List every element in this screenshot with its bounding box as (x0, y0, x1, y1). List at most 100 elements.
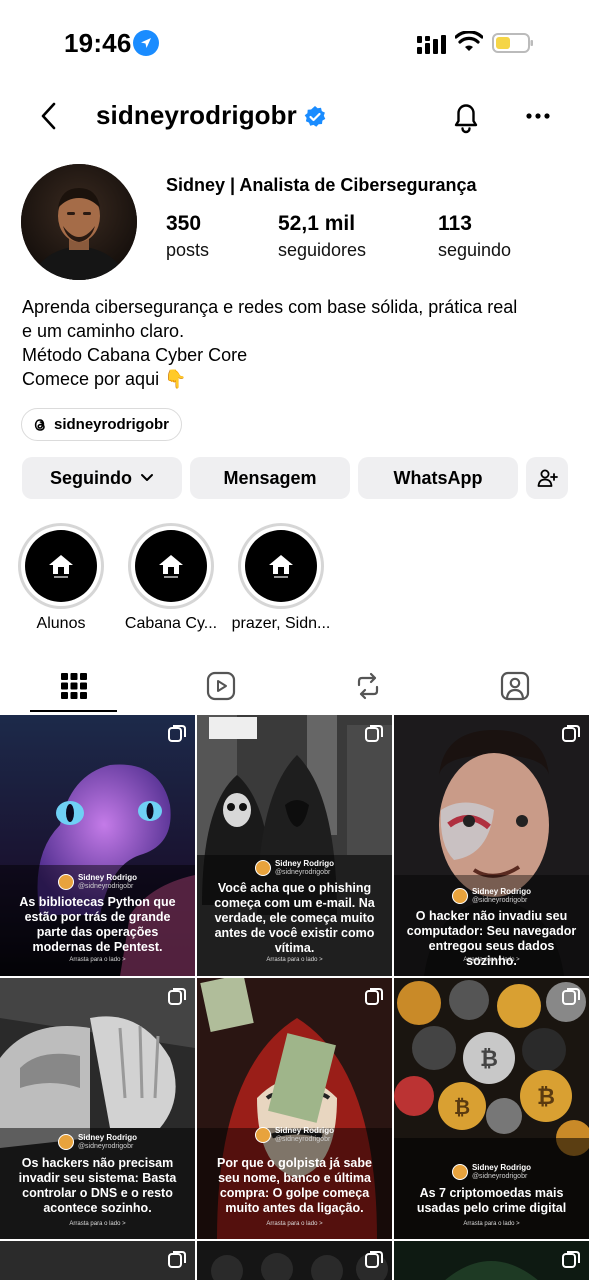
post-tile[interactable]: Sidney Rodrigo @sidneyrodrigobr As biblio… (0, 715, 195, 976)
carousel-icon (365, 1251, 383, 1268)
following-count[interactable]: 113 seguindo (438, 212, 511, 261)
post-swipe-hint: Arrasta para o lado > (69, 1221, 126, 1227)
profile-bio: Aprenda cibersegurança e redes com base … (22, 295, 567, 391)
post-swipe-hint: Arrasta para o lado > (266, 1221, 323, 1227)
post-author: Sidney Rodrigo @sidneyrodrigobr (197, 859, 392, 877)
highlight-cover (135, 530, 207, 602)
post-author-handle: @sidneyrodrigobr (274, 869, 331, 876)
post-author-handle: @sidneyrodrigobr (77, 883, 134, 890)
tab-reposts[interactable] (294, 660, 441, 712)
highlight-cover (25, 530, 97, 602)
tab-reels[interactable] (147, 660, 294, 712)
stat-label: posts (166, 240, 210, 260)
post-swipe-hint: Arrasta para o lado > (463, 957, 520, 963)
post-tile[interactable] (394, 1241, 589, 1280)
bio-line: Comece por aqui 👇 (22, 369, 187, 389)
followers-count[interactable]: 52,1 mil seguidores (278, 212, 366, 261)
active-tab-indicator (30, 710, 117, 712)
post-author-handle: @sidneyrodrigobr (274, 1136, 331, 1143)
post-image (0, 1241, 195, 1280)
post-author-avatar (254, 1127, 271, 1143)
stat-label: seguidores (278, 240, 367, 260)
carousel-icon (168, 725, 186, 742)
post-tile[interactable]: Sidney Rodrigo @sidneyrodrigobr Você acha… (197, 715, 392, 976)
post-swipe-hint: Arrasta para o lado > (266, 957, 323, 963)
post-author-avatar (451, 888, 468, 904)
post-caption: Os hackers não precisam invadir seu sist… (18, 1156, 177, 1215)
suggest-people-button[interactable] (526, 457, 568, 499)
status-bar: 19:46 (0, 0, 589, 88)
whatsapp-button[interactable]: WhatsApp (358, 457, 518, 499)
post-caption: Você acha que o phishing começa com um e… (214, 881, 375, 955)
threads-profile-link[interactable]: sidneyrodrigobr (21, 408, 183, 441)
post-author-avatar (57, 874, 74, 890)
svg-text:₿: ₿ (454, 1095, 470, 1119)
post-image (197, 1241, 392, 1280)
post-author-name: Sidney Rodrigo (471, 1163, 532, 1172)
bio-line: e um caminho claro. (22, 321, 185, 341)
reels-icon (206, 671, 235, 701)
post-image (394, 1241, 589, 1280)
threads-icon (34, 418, 45, 431)
carousel-icon (168, 1251, 186, 1268)
cabin-logo-icon (49, 555, 73, 578)
highlight-ring (238, 523, 324, 609)
tagged-icon (500, 671, 529, 701)
following-button[interactable]: Seguindo (22, 457, 182, 499)
grid-icon (60, 673, 87, 699)
profile-username: sidneyrodrigobr (96, 100, 297, 130)
highlight-cabana[interactable]: Cabana Cy... (125, 523, 217, 632)
highlight-ring (128, 523, 214, 609)
post-author-name: Sidney Rodrigo (274, 1126, 335, 1135)
carousel-icon (168, 988, 186, 1005)
post-tile[interactable] (197, 1241, 392, 1280)
post-author-avatar (57, 1134, 74, 1150)
post-author: Sidney Rodrigo @sidneyrodrigobr (394, 1163, 589, 1181)
highlight-cover (245, 530, 317, 602)
post-tile[interactable] (0, 1241, 195, 1280)
notification-bell-icon[interactable] (450, 100, 482, 134)
svg-text:₿: ₿ (480, 1047, 498, 1072)
stat-label: seguindo (438, 240, 512, 260)
cabin-logo-icon (159, 555, 183, 578)
post-tile[interactable]: Sidney Rodrigo @sidneyrodrigobr O hacker … (394, 715, 589, 976)
profile-header: sidneyrodrigobr (0, 88, 589, 148)
highlight-label: prazer, Sidn... (231, 615, 331, 632)
stat-value: 52,1 mil (278, 212, 356, 235)
svg-text:₿: ₿ (537, 1085, 555, 1110)
post-author: Sidney Rodrigo @sidneyrodrigobr (197, 1126, 392, 1144)
post-tile[interactable]: Sidney Rodrigo @sidneyrodrigobr Os hacker… (0, 978, 195, 1239)
profile-avatar[interactable] (21, 164, 137, 280)
highlight-alunos[interactable]: Alunos (18, 523, 104, 632)
post-author-handle: @sidneyrodrigobr (77, 1143, 134, 1150)
post-author-name: Sidney Rodrigo (77, 1133, 138, 1142)
stat-value: 113 (438, 212, 472, 235)
wifi-icon (455, 31, 483, 51)
tab-tagged[interactable] (441, 660, 588, 712)
back-arrow-icon[interactable] (36, 100, 64, 132)
bio-line: Método Cabana Cyber Core (22, 345, 248, 365)
post-swipe-hint: Arrasta para o lado > (463, 1221, 520, 1227)
carousel-icon (562, 988, 580, 1005)
post-author-avatar (254, 860, 271, 876)
verified-badge-icon (304, 106, 326, 127)
post-author-handle: @sidneyrodrigobr (471, 1173, 528, 1180)
post-tile[interactable]: Sidney Rodrigo @sidneyrodrigobr Por que o… (197, 978, 392, 1239)
message-button[interactable]: Mensagem (190, 457, 350, 499)
post-author: Sidney Rodrigo @sidneyrodrigobr (0, 1133, 195, 1151)
carousel-icon (365, 725, 383, 742)
profile-tabs (0, 660, 589, 715)
stat-value: 350 (166, 212, 202, 235)
bio-line: Aprenda cibersegurança e redes com base … (22, 297, 518, 317)
post-caption: As 7 criptomoedas mais usadas pelo crime… (416, 1186, 567, 1215)
more-options-icon[interactable] (524, 106, 552, 126)
carousel-icon (562, 1251, 580, 1268)
post-author-name: Sidney Rodrigo (471, 887, 532, 896)
post-tile[interactable]: ₿ ₿ ₿ Sidney Rodrigo @sidneyrodrigobr As … (394, 978, 589, 1239)
tab-posts-grid[interactable] (0, 660, 147, 712)
posts-count[interactable]: 350 posts (166, 212, 209, 261)
highlight-prazer[interactable]: prazer, Sidn... (232, 523, 330, 632)
whatsapp-button-label: WhatsApp (393, 467, 483, 488)
post-author-handle: @sidneyrodrigobr (471, 897, 528, 904)
chevron-down-icon (141, 474, 153, 481)
